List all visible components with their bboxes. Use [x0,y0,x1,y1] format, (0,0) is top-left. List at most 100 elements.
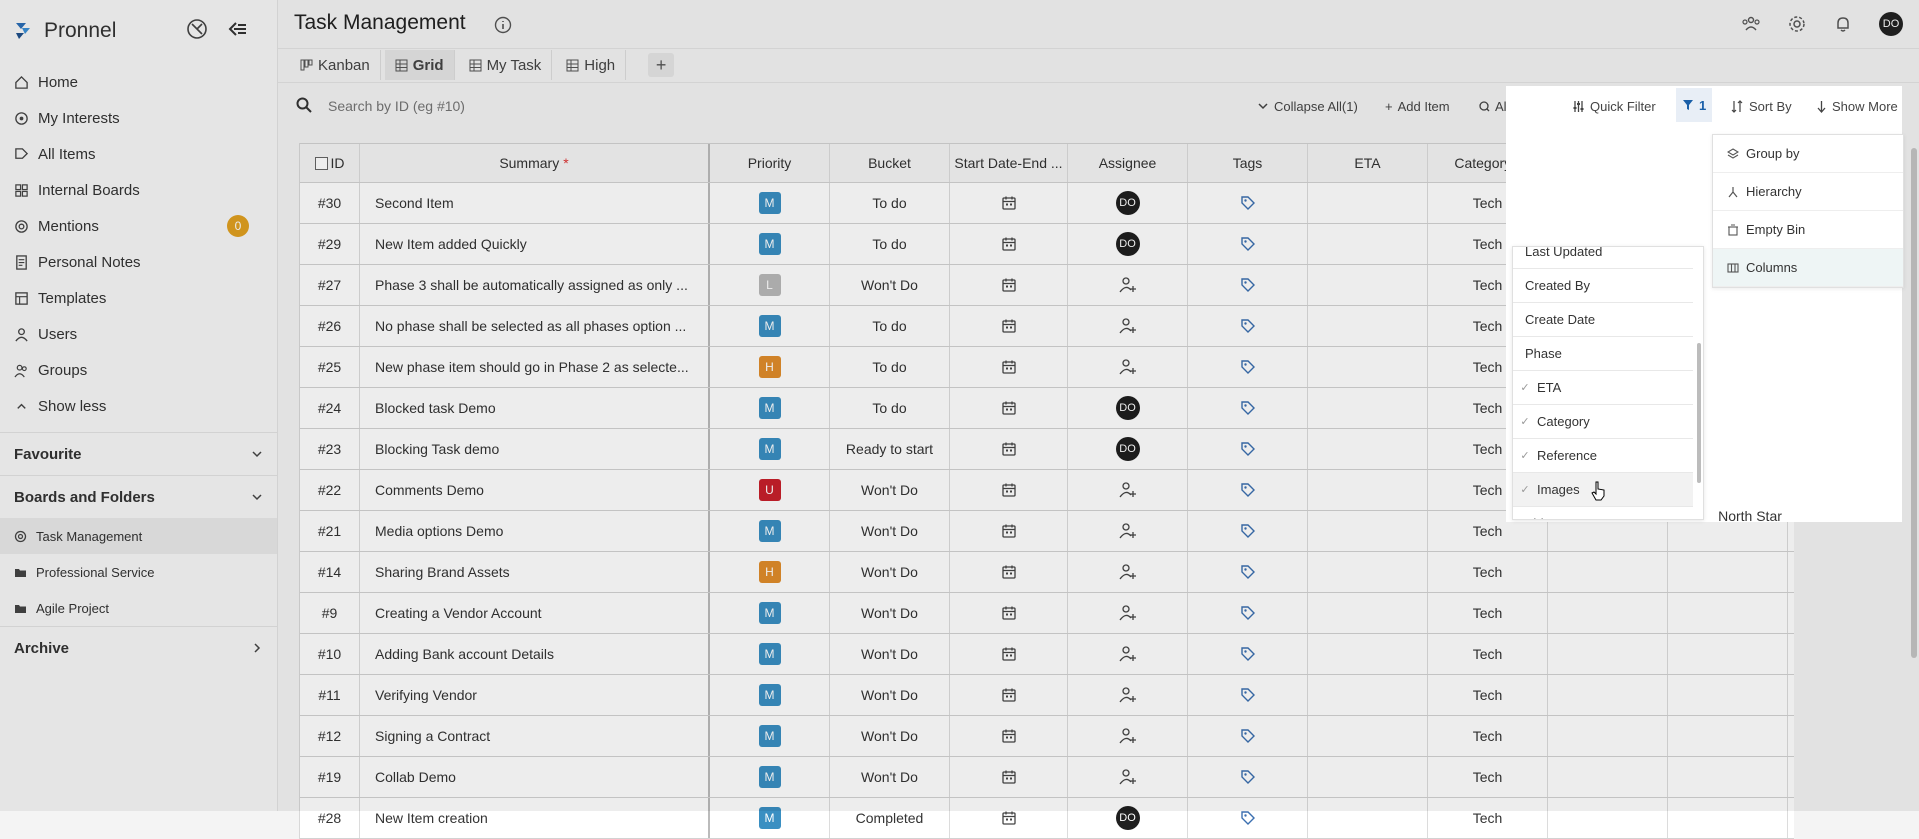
favourite-section[interactable]: Favourite [0,432,277,475]
assignee-cell[interactable] [1068,511,1188,551]
eta-cell[interactable] [1308,347,1428,387]
bucket-cell[interactable]: Won't Do [830,511,950,551]
column-option-reference[interactable]: ✓ Reference [1513,439,1693,473]
eta-cell[interactable] [1308,265,1428,305]
summary-cell[interactable]: Adding Bank account Details [360,634,710,674]
category-cell[interactable]: Tech [1428,552,1548,592]
bucket-cell[interactable]: Won't Do [830,716,950,756]
tags-cell[interactable] [1188,347,1308,387]
tags-cell[interactable] [1188,224,1308,264]
bell-icon[interactable] [1833,14,1853,34]
assignee-cell[interactable] [1068,757,1188,797]
bucket-cell[interactable]: Won't Do [830,265,950,305]
column-option-videos[interactable]: Videos [1513,507,1693,519]
dates-cell[interactable] [950,429,1068,469]
priority-cell[interactable]: M [710,675,830,715]
assignee-cell[interactable]: DO [1068,798,1188,838]
sidebar-item-home[interactable]: Home [0,64,277,100]
sidebar-item-groups[interactable]: Groups [0,352,277,388]
tags-cell[interactable] [1188,798,1308,838]
extra-cell[interactable] [1668,798,1788,838]
dates-cell[interactable] [950,716,1068,756]
bucket-cell[interactable]: Completed [830,798,950,838]
summary-cell[interactable]: Collab Demo [360,757,710,797]
priority-cell[interactable]: M [710,224,830,264]
dates-cell[interactable] [950,593,1068,633]
boards-folders-section[interactable]: Boards and Folders [0,475,277,518]
add-item-button[interactable]: + Add Item [1385,94,1450,118]
tags-cell[interactable] [1188,634,1308,674]
menu-item-columns[interactable]: Columns [1713,249,1903,287]
bucket-cell[interactable]: Won't Do [830,593,950,633]
summary-cell[interactable]: Verifying Vendor [360,675,710,715]
tags-cell[interactable] [1188,593,1308,633]
board-item[interactable]: Agile Project [0,590,277,626]
priority-cell[interactable]: U [710,470,830,510]
eta-cell[interactable] [1308,306,1428,346]
dates-cell[interactable] [950,470,1068,510]
user-avatar[interactable]: DO [1879,12,1903,36]
summary-cell[interactable]: New Item creation [360,798,710,838]
bucket-cell[interactable]: Won't Do [830,470,950,510]
extra-cell[interactable] [1668,593,1788,633]
dates-cell[interactable] [950,265,1068,305]
view-tab-high[interactable]: High [556,50,627,80]
column-option-eta[interactable]: ✓ ETA [1513,371,1693,405]
grid-scrollbar[interactable] [1911,148,1917,658]
column-option-phase[interactable]: Phase [1513,337,1693,371]
reference-cell[interactable] [1548,798,1668,838]
extra-cell[interactable] [1668,716,1788,756]
category-cell[interactable]: Tech [1428,757,1548,797]
eta-cell[interactable] [1308,183,1428,223]
dates-cell[interactable] [950,552,1068,592]
dates-cell[interactable] [950,306,1068,346]
priority-cell[interactable]: M [710,634,830,674]
dates-cell[interactable] [950,224,1068,264]
header-assignee[interactable]: Assignee [1068,144,1188,182]
tags-cell[interactable] [1188,388,1308,428]
collapse-all-button[interactable]: Collapse All(1) [1257,94,1358,118]
bucket-cell[interactable]: To do [830,224,950,264]
column-option-category[interactable]: ✓ Category [1513,405,1693,439]
dates-cell[interactable] [950,675,1068,715]
archive-section[interactable]: Archive [0,626,277,669]
category-cell[interactable]: Tech [1428,634,1548,674]
clock-icon[interactable] [186,18,208,40]
table-row[interactable]: #9 Creating a Vendor Account M Won't Do … [300,593,1794,634]
team-icon[interactable] [1741,14,1761,34]
category-cell[interactable]: Tech [1428,675,1548,715]
summary-cell[interactable]: Blocked task Demo [360,388,710,428]
tags-cell[interactable] [1188,183,1308,223]
priority-cell[interactable]: M [710,593,830,633]
category-cell[interactable]: Tech [1428,798,1548,838]
tags-cell[interactable] [1188,429,1308,469]
tags-cell[interactable] [1188,675,1308,715]
sidebar-item-mentions[interactable]: Mentions 0 [0,208,277,244]
summary-cell[interactable]: Second Item [360,183,710,223]
reference-cell[interactable] [1548,593,1668,633]
dates-cell[interactable] [950,798,1068,838]
bucket-cell[interactable]: To do [830,306,950,346]
add-view-button[interactable]: + [648,53,675,77]
priority-cell[interactable]: L [710,265,830,305]
menu-item-empty-bin[interactable]: Empty Bin [1713,211,1903,249]
category-cell[interactable]: Tech [1428,716,1548,756]
table-row[interactable]: #19 Collab Demo M Won't Do Tech [300,757,1794,798]
priority-cell[interactable]: M [710,429,830,469]
extra-cell[interactable] [1668,552,1788,592]
assignee-cell[interactable] [1068,306,1188,346]
tags-cell[interactable] [1188,511,1308,551]
sidebar-item-all-items[interactable]: All Items [0,136,277,172]
info-icon[interactable] [494,16,512,34]
assignee-cell[interactable]: DO [1068,224,1188,264]
priority-cell[interactable]: M [710,798,830,838]
filter-button[interactable]: 1 [1676,88,1713,122]
view-tab-grid[interactable]: Grid [384,50,455,80]
eta-cell[interactable] [1308,388,1428,428]
menu-item-group-by[interactable]: Group by [1713,135,1903,173]
reference-cell[interactable] [1548,634,1668,674]
header-eta[interactable]: ETA [1308,144,1428,182]
eta-cell[interactable] [1308,757,1428,797]
header-id[interactable]: ID [300,144,360,182]
tags-cell[interactable] [1188,265,1308,305]
